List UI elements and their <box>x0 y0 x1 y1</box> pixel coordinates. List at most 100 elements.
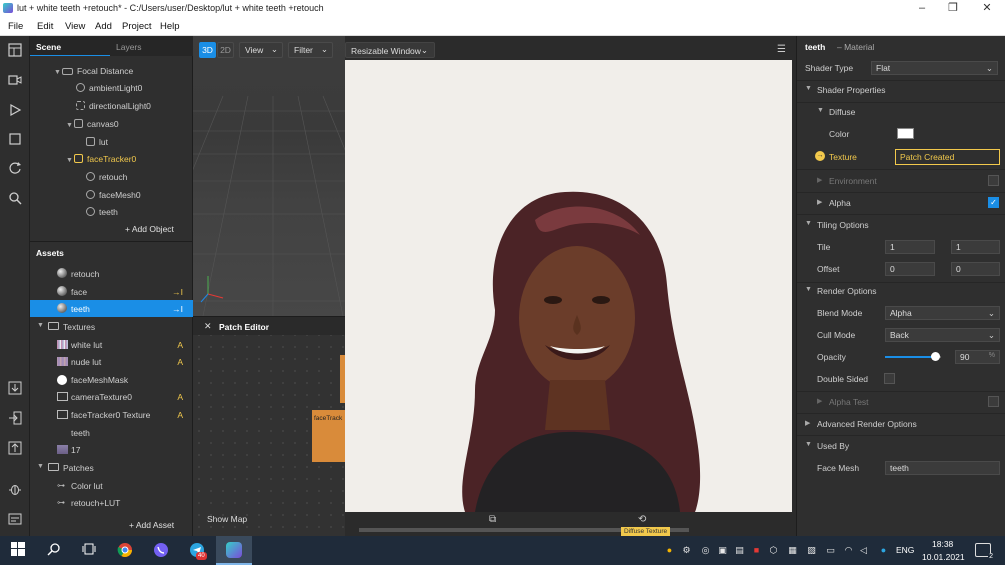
environment-checkbox[interactable] <box>988 175 999 186</box>
scene-item-focal-distance[interactable]: ▼ Focal Distance <box>54 66 133 82</box>
asset-texture-face-tracker[interactable]: faceTracker0 Texture A <box>30 406 193 423</box>
menu-edit[interactable]: Edit <box>37 21 53 32</box>
chrome-icon[interactable] <box>116 542 134 560</box>
asset-material-retouch[interactable]: retouch <box>30 265 193 282</box>
caret-down-icon[interactable]: ▼ <box>37 322 44 329</box>
scene-item-lut[interactable]: lut <box>86 137 108 153</box>
shader-type-select[interactable]: Flat ⌄ <box>871 61 998 75</box>
hamburger-menu-icon[interactable]: ☰ <box>777 44 786 55</box>
play-icon[interactable] <box>7 103 23 119</box>
opacity-input[interactable]: 90 % <box>955 350 1000 364</box>
caret-down-icon[interactable]: ▼ <box>805 85 812 92</box>
tray-app-icon[interactable]: ▦ <box>787 545 798 556</box>
spark-ar-taskbar-button[interactable] <box>216 536 252 565</box>
caret-down-icon[interactable]: ▼ <box>805 220 812 227</box>
tray-app-icon[interactable]: ⬡ <box>768 545 779 556</box>
clock-date[interactable]: 10.01.2021 <box>922 552 965 562</box>
menu-add[interactable]: Add <box>95 21 112 32</box>
tile-x-input[interactable]: 1 <box>885 240 935 254</box>
scene-item-face-tracker[interactable]: ▼ faceTracker0 <box>66 154 136 170</box>
close-button[interactable]: ✕ <box>972 1 1002 16</box>
add-asset-button[interactable]: + Add Asset <box>129 520 174 530</box>
caret-down-icon[interactable]: ▼ <box>37 463 44 470</box>
maximize-button[interactable]: ❐ <box>938 1 968 16</box>
windows-start-icon[interactable] <box>9 542 27 560</box>
tray-app-icon[interactable]: ▣ <box>717 545 728 556</box>
search-icon[interactable] <box>7 191 23 207</box>
caret-down-icon[interactable]: ▼ <box>54 69 62 76</box>
close-icon[interactable]: ✕ <box>204 321 212 332</box>
tray-app-icon[interactable]: ▤ <box>734 545 745 556</box>
used-by-section[interactable]: ▼ Used By <box>797 435 1005 457</box>
environment-row[interactable]: ▶ Environment <box>797 170 1005 192</box>
color-swatch[interactable] <box>897 128 914 139</box>
export-icon[interactable] <box>7 411 23 427</box>
alpha-test-row[interactable]: ▶ Alpha Test <box>797 391 1005 413</box>
device-dropdown[interactable]: Resizable Window ⌄ <box>345 42 435 58</box>
tile-y-input[interactable]: 1 <box>951 240 1000 254</box>
shader-properties-section[interactable]: ▼ Shader Properties <box>797 79 1005 101</box>
scene-item-teeth[interactable]: teeth <box>86 207 118 223</box>
asset-texture-17[interactable]: 17 <box>30 441 193 458</box>
tray-app-icon[interactable]: ● <box>878 545 889 556</box>
import-icon[interactable] <box>7 381 23 397</box>
offset-y-input[interactable]: 0 <box>951 262 1000 276</box>
opacity-slider-thumb[interactable] <box>930 352 940 361</box>
clock-time[interactable]: 18:38 <box>932 539 953 549</box>
upload-icon[interactable] <box>7 441 23 457</box>
render-options-section[interactable]: ▼ Render Options <box>797 280 1005 302</box>
console-icon[interactable] <box>7 512 23 528</box>
caret-down-icon[interactable]: ▼ <box>805 441 812 448</box>
menu-project[interactable]: Project <box>122 21 152 32</box>
caret-down-icon[interactable]: ▼ <box>66 122 74 129</box>
advanced-render-options-section[interactable]: ▶ Advanced Render Options <box>797 413 1005 435</box>
caret-right-icon[interactable]: ▶ <box>817 198 822 206</box>
wifi-icon[interactable]: ◠ <box>843 545 854 556</box>
menu-help[interactable]: Help <box>160 21 180 32</box>
texture-field[interactable]: Patch Created <box>895 149 1000 165</box>
caret-right-icon[interactable]: ▶ <box>805 419 810 427</box>
double-sided-checkbox[interactable] <box>884 373 895 384</box>
simulator-preview[interactable] <box>345 60 792 512</box>
menu-file[interactable]: File <box>8 21 23 32</box>
video-camera-icon[interactable] <box>7 73 23 89</box>
scene-item-retouch[interactable]: retouch <box>86 172 127 188</box>
search-icon[interactable] <box>45 542 63 560</box>
alpha-checkbox[interactable]: ✓ <box>988 197 999 208</box>
show-map-button[interactable]: Show Map <box>207 514 247 524</box>
add-object-button[interactable]: + Add Object <box>125 224 174 234</box>
face-tracker-patch-node[interactable]: faceTrack <box>312 410 345 462</box>
scene-item-canvas[interactable]: ▼ canvas0 <box>66 119 119 135</box>
opacity-slider-track[interactable] <box>885 352 941 361</box>
telegram-icon[interactable]: 40 <box>188 542 207 560</box>
caret-down-icon[interactable]: ▼ <box>66 157 74 164</box>
alpha-test-checkbox[interactable] <box>988 396 999 407</box>
alpha-row[interactable]: ▶ Alpha ✓ <box>797 192 1005 214</box>
caret-down-icon[interactable]: ▼ <box>817 107 824 114</box>
tray-app-icon[interactable]: ⚙ <box>681 545 692 556</box>
asset-texture-camera[interactable]: cameraTexture0 A <box>30 388 193 405</box>
screenshot-icon[interactable]: ⧉ <box>489 514 496 525</box>
patch-editor-panel[interactable]: ✕ Patch Editor faceTrack Show Map <box>193 316 345 536</box>
asset-texture-face-mesh-mask[interactable]: faceMeshMask <box>30 371 193 388</box>
caret-right-icon[interactable]: ▶ <box>817 176 822 184</box>
asset-patch-retouch-lut[interactable]: ⊶ retouch+LUT <box>30 494 193 511</box>
scene-item-face-mesh[interactable]: faceMesh0 <box>86 190 141 206</box>
offset-x-input[interactable]: 0 <box>885 262 935 276</box>
asset-folder-textures[interactable]: ▼ Textures <box>30 318 193 335</box>
scene-item-directional-light[interactable]: directionalLight0 <box>76 101 151 117</box>
viber-icon[interactable] <box>152 542 170 560</box>
task-view-icon[interactable] <box>80 542 98 560</box>
blend-mode-select[interactable]: Alpha ⌄ <box>885 306 1000 320</box>
filter-dropdown[interactable]: Filter ⌄ <box>288 42 333 58</box>
asset-material-face[interactable]: face →I <box>30 283 193 300</box>
view-dropdown[interactable]: View ⌄ <box>239 42 283 58</box>
stop-icon[interactable] <box>7 132 23 148</box>
asset-patch-color-lut[interactable]: ⊶ Color lut <box>30 477 193 494</box>
tray-app-icon[interactable]: ◎ <box>700 545 711 556</box>
battery-icon[interactable]: ▭ <box>825 545 836 556</box>
caret-down-icon[interactable]: ▼ <box>805 286 812 293</box>
diffuse-section[interactable]: ▼ Diffuse <box>797 101 1005 123</box>
refresh-icon[interactable] <box>7 161 23 177</box>
scene-item-ambient-light[interactable]: ambientLight0 <box>76 83 142 99</box>
